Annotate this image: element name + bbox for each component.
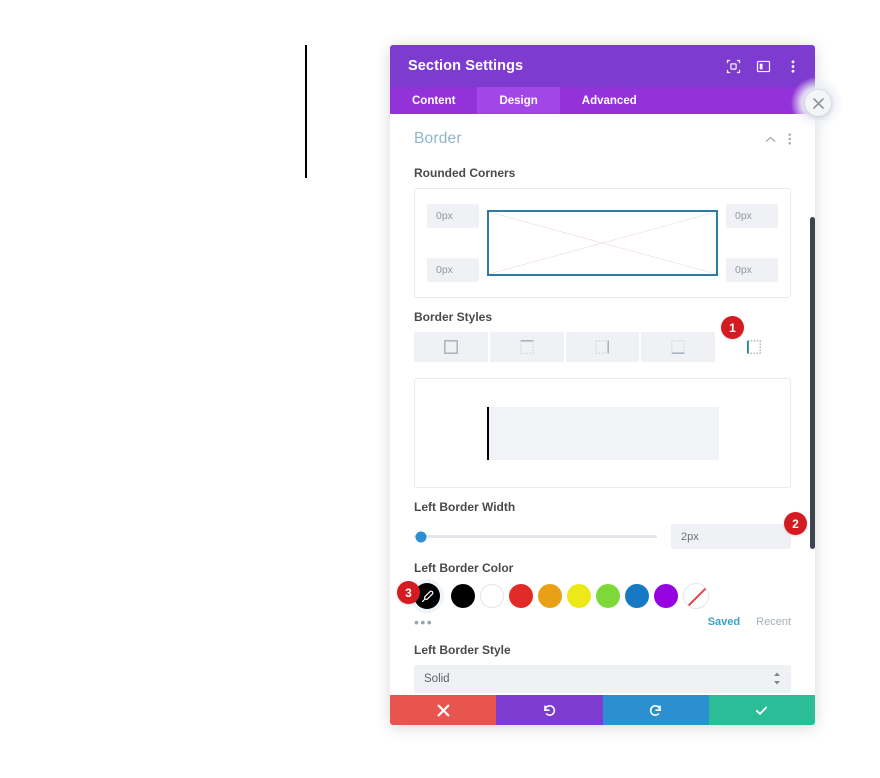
tab-design[interactable]: Design bbox=[477, 87, 560, 114]
page-left-border-preview bbox=[305, 45, 307, 178]
expand-icon[interactable] bbox=[725, 58, 741, 74]
undo-button[interactable] bbox=[496, 695, 603, 725]
border-bottom-button[interactable] bbox=[641, 332, 718, 362]
left-border-width-field: Left Border Width 2px bbox=[390, 500, 815, 549]
swatch-orange[interactable] bbox=[538, 584, 562, 608]
swatch-white[interactable] bbox=[480, 584, 504, 608]
left-border-style-value: Solid bbox=[424, 673, 450, 685]
corner-bottom-right-input[interactable]: 0px bbox=[726, 258, 778, 282]
scrollbar-thumb[interactable] bbox=[810, 217, 815, 549]
left-border-width-input[interactable]: 2px bbox=[671, 524, 791, 549]
modal-body: Border Rounded Corners 0px 0px 0px 0px B… bbox=[390, 114, 815, 695]
left-border-style-field: Left Border Style Solid bbox=[390, 643, 815, 693]
border-styles-field: Border Styles bbox=[390, 310, 815, 362]
left-border-width-slider[interactable] bbox=[414, 531, 657, 542]
section-header-actions bbox=[765, 132, 792, 146]
annotation-badge-1: 1 bbox=[721, 316, 744, 339]
border-top-button[interactable] bbox=[489, 332, 566, 362]
swatch-black[interactable] bbox=[451, 584, 475, 608]
swatch-none[interactable] bbox=[683, 583, 709, 609]
chevron-updown-icon bbox=[773, 672, 781, 686]
swatch-purple[interactable] bbox=[654, 584, 678, 608]
check-icon bbox=[756, 706, 768, 715]
left-border-style-select[interactable]: Solid bbox=[414, 665, 791, 693]
border-preview-field bbox=[390, 366, 815, 488]
close-icon bbox=[812, 97, 824, 109]
left-border-style-label: Left Border Style bbox=[414, 643, 511, 657]
slider-thumb[interactable] bbox=[415, 531, 427, 542]
modal-title: Section Settings bbox=[408, 58, 524, 74]
save-button[interactable] bbox=[708, 695, 815, 725]
section-more-options-icon[interactable] bbox=[788, 132, 792, 146]
modal-tab-bar: Content Design Advanced bbox=[390, 87, 815, 114]
color-swatch-row bbox=[414, 583, 791, 609]
chevron-up-icon[interactable] bbox=[765, 136, 776, 143]
left-border-width-label: Left Border Width bbox=[414, 500, 516, 514]
annotation-badge-2: 2 bbox=[784, 512, 807, 535]
annotation-badge-3: 3 bbox=[397, 581, 420, 604]
swatch-green[interactable] bbox=[596, 584, 620, 608]
rounded-corners-label: Rounded Corners bbox=[414, 166, 516, 180]
modal-titlebar: Section Settings bbox=[390, 45, 815, 87]
cancel-button[interactable] bbox=[390, 695, 497, 725]
corners-preview-box bbox=[487, 210, 718, 276]
left-border-width-row: 2px bbox=[414, 524, 791, 549]
tab-saved-colors[interactable]: Saved bbox=[708, 616, 740, 628]
border-all-button[interactable] bbox=[414, 332, 490, 362]
titlebar-actions bbox=[725, 58, 801, 74]
border-right-button[interactable] bbox=[565, 332, 642, 362]
swatch-yellow[interactable] bbox=[567, 584, 591, 608]
corner-top-right-input[interactable]: 0px bbox=[726, 204, 778, 228]
swatch-blue[interactable] bbox=[625, 584, 649, 608]
tab-advanced[interactable]: Advanced bbox=[560, 87, 659, 114]
left-border-color-label: Left Border Color bbox=[414, 561, 514, 575]
more-options-icon[interactable] bbox=[785, 58, 801, 74]
border-section-header: Border bbox=[390, 114, 815, 154]
left-border-color-field: Left Border Color ••• Saved Recent bbox=[390, 561, 815, 631]
close-icon bbox=[437, 704, 450, 716]
color-palette-tabs: Saved Recent bbox=[708, 616, 791, 628]
redo-button[interactable] bbox=[602, 695, 709, 725]
scrollbar-track[interactable] bbox=[809, 114, 815, 695]
border-preview-box bbox=[414, 378, 791, 488]
swatch-red[interactable] bbox=[509, 584, 533, 608]
corner-top-left-input[interactable]: 0px bbox=[427, 204, 479, 228]
corner-bottom-left-input[interactable]: 0px bbox=[427, 258, 479, 282]
section-title: Border bbox=[414, 130, 462, 147]
tab-recent-colors[interactable]: Recent bbox=[756, 616, 791, 628]
border-preview-swatch bbox=[486, 406, 719, 460]
rounded-corners-control: 0px 0px 0px 0px bbox=[414, 188, 791, 298]
rounded-corners-field: Rounded Corners 0px 0px 0px 0px bbox=[390, 166, 815, 298]
color-swatch-meta: ••• Saved Recent bbox=[414, 613, 791, 631]
more-colors-button[interactable]: ••• bbox=[414, 615, 474, 629]
section-settings-modal: Section Settings Content Design Advanced… bbox=[390, 45, 843, 725]
modal-footer bbox=[390, 695, 815, 725]
corners-diagonals bbox=[489, 212, 716, 274]
modal-close-button[interactable] bbox=[805, 90, 831, 116]
layout-toggle-icon[interactable] bbox=[755, 58, 771, 74]
tab-content[interactable]: Content bbox=[390, 87, 477, 114]
settings-scroll-area: Border Rounded Corners 0px 0px 0px 0px B… bbox=[390, 114, 815, 695]
